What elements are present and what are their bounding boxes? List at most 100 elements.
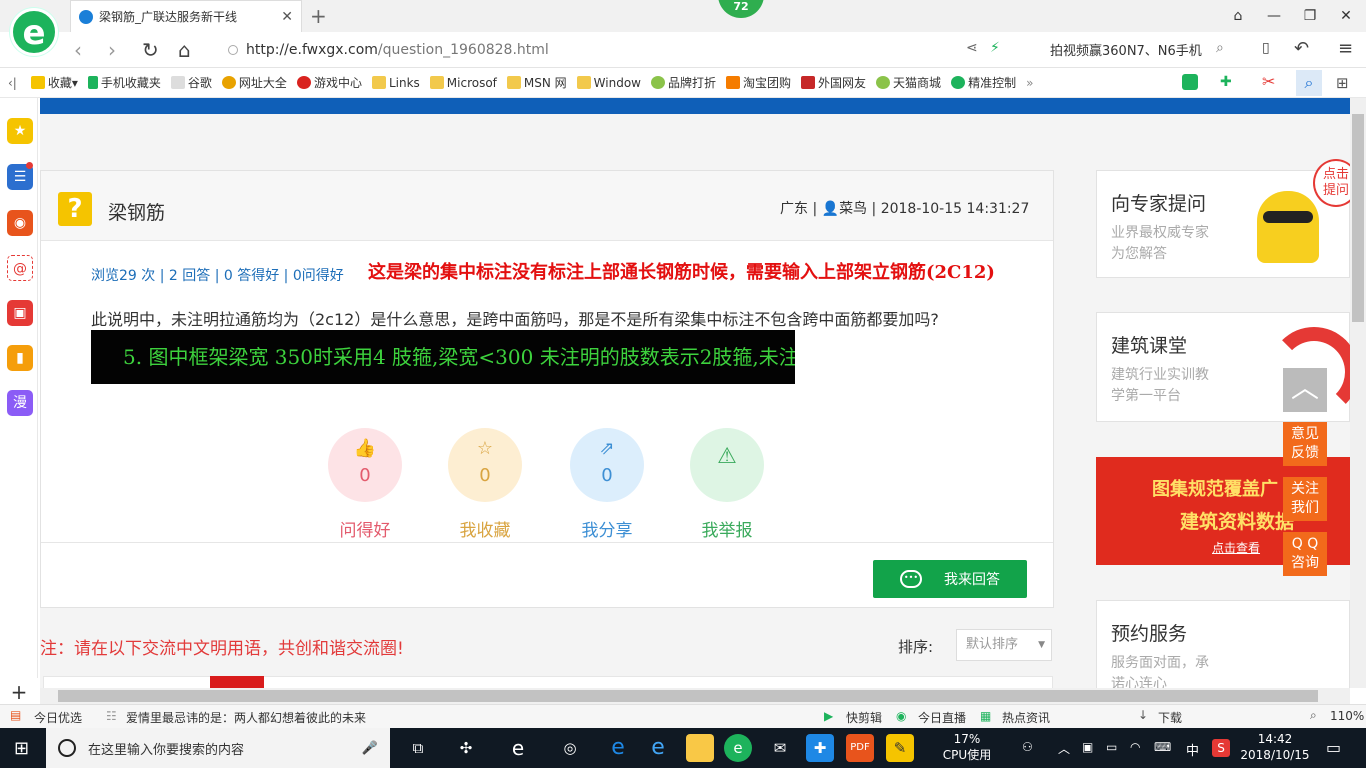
live-button[interactable]: 今日直播 — [918, 709, 966, 726]
question-image[interactable]: 5. 图中框架梁宽 350时采用4 肢箍,梁宽<300 未注明的肢数表示2肢箍,… — [91, 330, 795, 384]
bookmark-item[interactable]: 淘宝团购 — [726, 74, 791, 91]
news-ticker[interactable]: 爱情里最忌讳的是：两人都幻想着彼此的未来 — [126, 709, 366, 726]
menu-icon[interactable]: ≡ — [1338, 38, 1353, 59]
daily-picks[interactable]: 今日优选 — [34, 709, 82, 726]
browser-logo-icon[interactable]: e — [10, 8, 58, 56]
search-icon[interactable]: ⌕ — [1216, 40, 1224, 56]
report-button[interactable]: ⚠ — [690, 428, 764, 502]
mail-icon[interactable]: ✉ — [766, 734, 794, 762]
answer-button[interactable]: ••• 我来回答 — [873, 560, 1027, 598]
scissors-icon[interactable]: ✂ — [1262, 72, 1275, 91]
fan-app-icon[interactable]: ✣ — [452, 734, 480, 762]
bookmark-item[interactable]: 网址大全 — [221, 74, 287, 91]
report-label[interactable]: 我举报 — [667, 516, 787, 541]
notes-icon[interactable]: ✎ — [886, 734, 914, 762]
ask-good-button[interactable]: 👍 0 — [328, 428, 402, 502]
share-button[interactable]: ⇗ 0 — [570, 428, 644, 502]
browser-tab[interactable]: 梁钢筋_广联达服务新干线 ✕ — [70, 0, 302, 32]
edge-icon[interactable]: e — [504, 734, 532, 762]
hot-news-button[interactable]: 热点资讯 — [1002, 709, 1050, 726]
manga-icon[interactable]: 漫 — [7, 390, 33, 416]
bookmark-item[interactable]: 精准控制 — [951, 74, 1016, 91]
shield-icon[interactable] — [1182, 74, 1198, 90]
vertical-scroll-thumb[interactable] — [1352, 114, 1364, 322]
battery-icon[interactable]: ▭ — [1106, 740, 1117, 754]
favorite-label[interactable]: 我收藏 — [425, 516, 545, 541]
bookmark-folder[interactable]: MSN 网 — [506, 74, 567, 91]
email-icon[interactable]: @ — [7, 255, 33, 281]
question-user[interactable]: 菜鸟 — [839, 201, 867, 217]
close-window-button[interactable]: ✕ — [1328, 0, 1364, 32]
notification-center-icon[interactable]: ▭ — [1326, 738, 1341, 757]
new-tab-button[interactable]: + — [310, 4, 327, 28]
more-bookmarks-icon[interactable]: » — [1026, 76, 1033, 90]
site-info-icon[interactable] — [228, 45, 238, 55]
bookmark-folder[interactable]: Window — [576, 76, 641, 90]
tray-chevron-icon[interactable]: ︿ — [1058, 740, 1070, 757]
taskbar-search[interactable]: 在这里输入你要搜索的内容 🎤 — [46, 728, 390, 768]
follow-button[interactable]: 关注 我们 — [1283, 477, 1327, 521]
bookmark-folder[interactable]: Links — [371, 76, 420, 90]
bookmark-folder[interactable]: Microsof — [429, 76, 497, 90]
booking-card[interactable]: 预约服务 服务面对面，承 诺心连心 — [1096, 600, 1350, 692]
book-icon[interactable]: ▮ — [7, 345, 33, 371]
clock[interactable]: 14:42 2018/10/15 — [1240, 731, 1310, 763]
search-suggestion[interactable]: 拍视频赢360N7、N6手机 — [1050, 40, 1202, 59]
minimize-button[interactable]: — — [1256, 0, 1292, 32]
bookmark-item[interactable]: 外国网友 — [801, 74, 866, 91]
wifi-icon[interactable]: ◠ — [1130, 740, 1140, 754]
url-field[interactable]: http://e.fwxgx.com /question_1960828.htm… — [228, 38, 1028, 62]
forward-button[interactable]: › — [108, 38, 116, 62]
file-explorer-icon[interactable] — [686, 734, 714, 762]
translate-icon[interactable]: ✚ — [1220, 74, 1232, 90]
share-icon[interactable]: ⋖ — [966, 40, 978, 56]
bookmark-item[interactable]: 谷歌 — [170, 74, 212, 91]
bookmark-item[interactable]: 天猫商城 — [876, 74, 941, 91]
apps-grid-icon[interactable]: ⊞ — [1336, 74, 1349, 92]
ie-icon[interactable]: e — [644, 734, 672, 762]
qq-button[interactable]: Q Q 咨询 — [1283, 532, 1327, 576]
pdf-icon[interactable]: PDF — [846, 734, 874, 762]
banner-link[interactable]: 点击查看 — [1212, 539, 1260, 556]
undo-icon[interactable]: ↶ — [1294, 38, 1309, 59]
shirt-icon[interactable]: ⌂ — [1220, 0, 1256, 32]
download-button[interactable]: 下载 — [1158, 709, 1182, 726]
edge-blue-icon[interactable]: e — [604, 734, 632, 762]
add-sidebar-button[interactable]: + — [0, 680, 38, 704]
sogou-icon[interactable]: S — [1212, 739, 1230, 757]
bookmark-item[interactable]: 游戏中心 — [296, 74, 362, 91]
start-windows-icon[interactable]: ⊞ — [14, 738, 29, 759]
share-label[interactable]: 我分享 — [547, 516, 667, 541]
microphone-icon[interactable]: 🎤 — [362, 741, 378, 756]
sort-select[interactable]: 默认排序 ▼ — [956, 629, 1052, 661]
back-button[interactable]: ‹ — [74, 38, 82, 62]
bookmark-item[interactable]: 品牌打折 — [651, 74, 716, 91]
360-browser-active-icon[interactable]: e — [724, 734, 752, 762]
answers-count[interactable]: 2 回答 — [169, 268, 210, 284]
weibo-icon[interactable]: ◉ — [7, 210, 33, 236]
back-to-top-button[interactable]: ︿ — [1283, 368, 1327, 412]
task-view-icon[interactable]: ⧉ — [404, 734, 432, 762]
collapse-sidebar-icon[interactable]: ‹| — [8, 76, 17, 90]
home-button[interactable]: ⌂ — [178, 38, 191, 62]
ime-indicator[interactable]: 中 — [1186, 740, 1199, 759]
horizontal-scroll-thumb[interactable] — [58, 690, 1318, 702]
ask-expert-card[interactable]: 向专家提问 业界最权威专家 为您解答 点击 提问 — [1096, 159, 1359, 278]
clip-button[interactable]: 快剪辑 — [846, 709, 882, 726]
favorites-star-icon[interactable]: ★ — [7, 118, 33, 144]
close-tab-icon[interactable]: ✕ — [281, 9, 293, 25]
phone-icon[interactable]: ▯ — [1262, 40, 1270, 56]
maximize-button[interactable]: ❐ — [1292, 0, 1328, 32]
ask-good-label[interactable]: 问得好 — [305, 516, 425, 541]
keyboard-icon[interactable]: ⌨ — [1154, 740, 1171, 754]
zoom-level[interactable]: 110% — [1330, 709, 1364, 723]
magnifier-icon[interactable]: ⌕ — [1296, 70, 1322, 96]
refresh-button[interactable]: ↻ — [142, 38, 159, 62]
person-icon[interactable]: ⚇ — [1022, 740, 1033, 754]
feedback-button[interactable]: 意见 反馈 — [1283, 422, 1327, 466]
bookmark-item[interactable]: 收藏 ▾ — [30, 74, 78, 91]
360-browser-icon[interactable]: ◎ — [556, 734, 584, 762]
lightning-icon[interactable]: ⚡ — [990, 40, 1000, 56]
game-icon[interactable]: ▣ — [7, 300, 33, 326]
favorite-button[interactable]: ☆ 0 — [448, 428, 522, 502]
